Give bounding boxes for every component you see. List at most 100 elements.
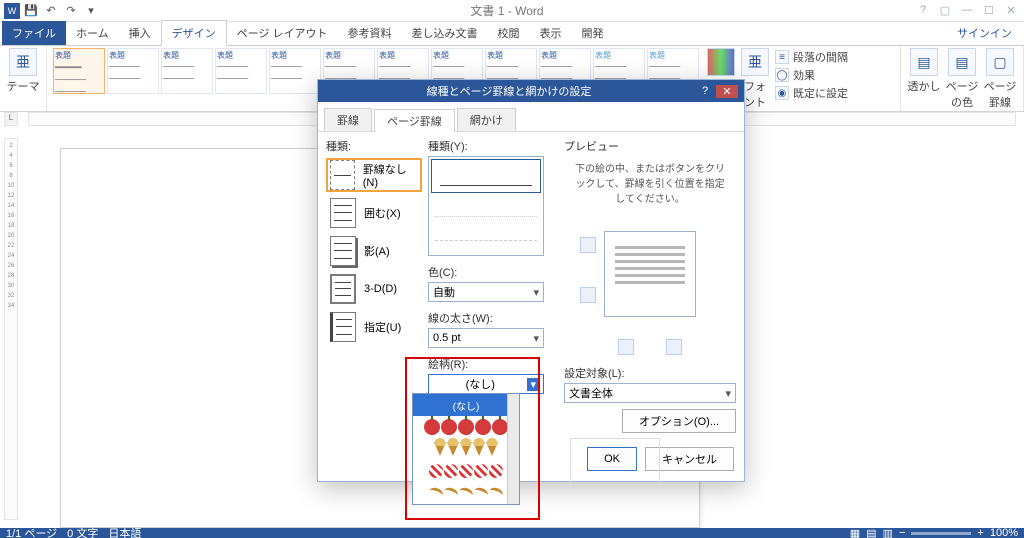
status-words[interactable]: 0 文字 xyxy=(67,528,98,538)
zoom-slider[interactable] xyxy=(911,532,971,535)
applyto-combo[interactable]: 文書全体▾ xyxy=(564,383,736,403)
gallery-item[interactable]: 表題──────── xyxy=(215,48,267,94)
tab-review[interactable]: 校閲 xyxy=(488,21,530,45)
preview-left-button[interactable] xyxy=(618,339,634,355)
setting-custom-icon xyxy=(330,312,356,342)
dialog-tabs: 罫線 ページ罫線 網かけ xyxy=(318,102,744,132)
status-page[interactable]: 1/1 ページ xyxy=(6,528,57,538)
maximize-icon[interactable]: ☐ xyxy=(980,4,998,17)
setting-custom[interactable]: 指定(U) xyxy=(326,310,422,344)
setting-none[interactable]: 罫線なし(N) xyxy=(326,158,422,192)
status-bar: 1/1 ページ 0 文字 日本語 ▦ ▤ ▥ − + 100% xyxy=(0,528,1024,538)
minimize-icon[interactable]: — xyxy=(958,4,976,17)
save-icon[interactable]: 💾 xyxy=(22,2,40,20)
tab-developer[interactable]: 開発 xyxy=(572,21,614,45)
tab-view[interactable]: 表示 xyxy=(530,21,572,45)
color-label: 色(C): xyxy=(428,262,558,282)
watermark-icon: ▤ xyxy=(910,48,938,76)
options-button[interactable]: オプション(O)... xyxy=(622,409,736,433)
help-icon[interactable]: ? xyxy=(914,4,932,17)
watermark-button[interactable]: ▤透かし xyxy=(907,48,941,94)
close-icon[interactable]: ✕ xyxy=(1002,4,1020,17)
vertical-ruler[interactable]: 246810121416182022242628303234 xyxy=(4,138,18,520)
borders-shading-dialog: 線種とページ罫線と網かけの設定 ? ✕ 罫線 ページ罫線 網かけ 種類: 罫線な… xyxy=(317,79,745,482)
width-combo[interactable]: 0.5 pt▾ xyxy=(428,328,544,348)
window-title: 文書 1 - Word xyxy=(100,2,914,19)
setting-box[interactable]: 囲む(X) xyxy=(326,196,422,230)
dropdown-scrollbar[interactable] xyxy=(507,394,519,504)
undo-icon[interactable]: ↶ xyxy=(42,2,60,20)
chevron-down-icon: ▾ xyxy=(533,286,539,299)
status-lang[interactable]: 日本語 xyxy=(108,528,141,538)
art-option-apples[interactable] xyxy=(413,416,519,438)
tab-references[interactable]: 参考資料 xyxy=(338,21,402,45)
dialog-titlebar[interactable]: 線種とページ罫線と網かけの設定 ? ✕ xyxy=(318,80,744,102)
preview-top-button[interactable] xyxy=(580,237,596,253)
ribbon-tabs: ファイル ホーム 挿入 デザイン ページ レイアウト 参考資料 差し込み文書 校… xyxy=(0,22,1024,46)
gallery-item[interactable]: 表題──────── xyxy=(107,48,159,94)
page-color-button[interactable]: ▤ページの色 xyxy=(945,48,979,110)
gallery-item[interactable]: 表題──────── xyxy=(269,48,321,94)
gallery-item[interactable]: 表題──────── xyxy=(161,48,213,94)
qat-customize-icon[interactable]: ▾ xyxy=(82,2,100,20)
title-bar: W 💾 ↶ ↷ ▾ 文書 1 - Word ? ▢ — ☐ ✕ xyxy=(0,0,1024,22)
preview-right-button[interactable] xyxy=(666,339,682,355)
setting-3d[interactable]: 3-D(D) xyxy=(326,272,422,306)
art-combo[interactable]: (なし)▾ xyxy=(428,374,544,394)
setting-column: 種類: 罫線なし(N) 囲む(X) 影(A) 3-D(D) 指定(U) xyxy=(326,136,422,433)
set-default-button[interactable]: ◉既定に設定 xyxy=(775,84,848,102)
style-listbox[interactable] xyxy=(428,156,544,256)
tab-file[interactable]: ファイル xyxy=(2,21,66,45)
preview-bottom-button[interactable] xyxy=(580,287,596,303)
view-web-icon[interactable]: ▥ xyxy=(883,528,893,538)
art-option-none[interactable]: (なし) xyxy=(413,394,519,416)
page-color-icon: ▤ xyxy=(948,48,976,76)
color-combo[interactable]: 自動▾ xyxy=(428,282,544,302)
effects-button[interactable]: ◯効果 xyxy=(775,66,848,84)
signin-link[interactable]: サインイン xyxy=(953,21,1016,45)
paragraph-spacing-button[interactable]: ≡段落の間隔 xyxy=(775,48,848,66)
chevron-down-icon: ▾ xyxy=(527,378,539,391)
dialog-help-icon[interactable]: ? xyxy=(694,85,716,97)
art-option-candy[interactable] xyxy=(413,460,519,482)
preview-column: プレビュー 下の絵の中、またはボタンをクリックして、罫線を引く位置を指定してくだ… xyxy=(564,136,736,433)
preview-hint: 下の絵の中、またはボタンをクリックして、罫線を引く位置を指定してください。 xyxy=(564,156,736,209)
dialog-close-icon[interactable]: ✕ xyxy=(716,85,738,98)
dialog-tab-shading[interactable]: 網かけ xyxy=(457,108,516,131)
art-option-icecream[interactable] xyxy=(413,438,519,460)
tab-insert[interactable]: 挿入 xyxy=(119,21,161,45)
art-dropdown-list[interactable]: (なし) xyxy=(412,393,520,505)
zoom-level[interactable]: 100% xyxy=(990,528,1018,538)
gallery-item[interactable]: 表題━━━━──────── xyxy=(53,48,105,94)
ruler-corner[interactable]: L xyxy=(4,112,18,126)
tab-layout[interactable]: ページ レイアウト xyxy=(227,21,338,45)
tab-home[interactable]: ホーム xyxy=(66,21,119,45)
style-label: 種類(Y): xyxy=(428,136,558,156)
setting-3d-icon xyxy=(330,274,356,304)
tab-mailings[interactable]: 差し込み文書 xyxy=(402,21,488,45)
setting-shadow[interactable]: 影(A) xyxy=(326,234,422,268)
default-icon: ◉ xyxy=(775,86,789,100)
group-page-background: ▤透かし ▤ページの色 ▢ページ罫線 ページの背景 xyxy=(901,46,1024,111)
zoom-in-icon[interactable]: + xyxy=(977,528,983,538)
dialog-tab-borders[interactable]: 罫線 xyxy=(324,108,372,131)
dialog-tab-page-border[interactable]: ページ罫線 xyxy=(374,109,455,132)
ribbon-options-icon[interactable]: ▢ xyxy=(936,4,954,17)
page-borders-button[interactable]: ▢ページ罫線 xyxy=(983,48,1017,110)
page-borders-label: ページ罫線 xyxy=(983,78,1017,110)
colors-icon xyxy=(707,48,735,76)
preview-label: プレビュー xyxy=(564,136,736,156)
setting-shadow-icon xyxy=(330,236,356,266)
zoom-out-icon[interactable]: − xyxy=(899,528,905,538)
word-app-icon: W xyxy=(4,3,20,19)
page-color-label: ページの色 xyxy=(945,78,979,110)
view-read-icon[interactable]: ▤ xyxy=(866,528,876,538)
view-print-icon[interactable]: ▦ xyxy=(850,528,860,538)
tab-design[interactable]: デザイン xyxy=(161,20,227,46)
themes-button[interactable]: 亜 テーマ xyxy=(6,48,40,94)
redo-icon[interactable]: ↷ xyxy=(62,2,80,20)
art-option-swirl[interactable] xyxy=(413,482,519,504)
preview-page[interactable] xyxy=(604,231,696,317)
applyto-label: 設定対象(L): xyxy=(564,363,736,383)
art-label: 絵柄(R): xyxy=(428,354,558,374)
